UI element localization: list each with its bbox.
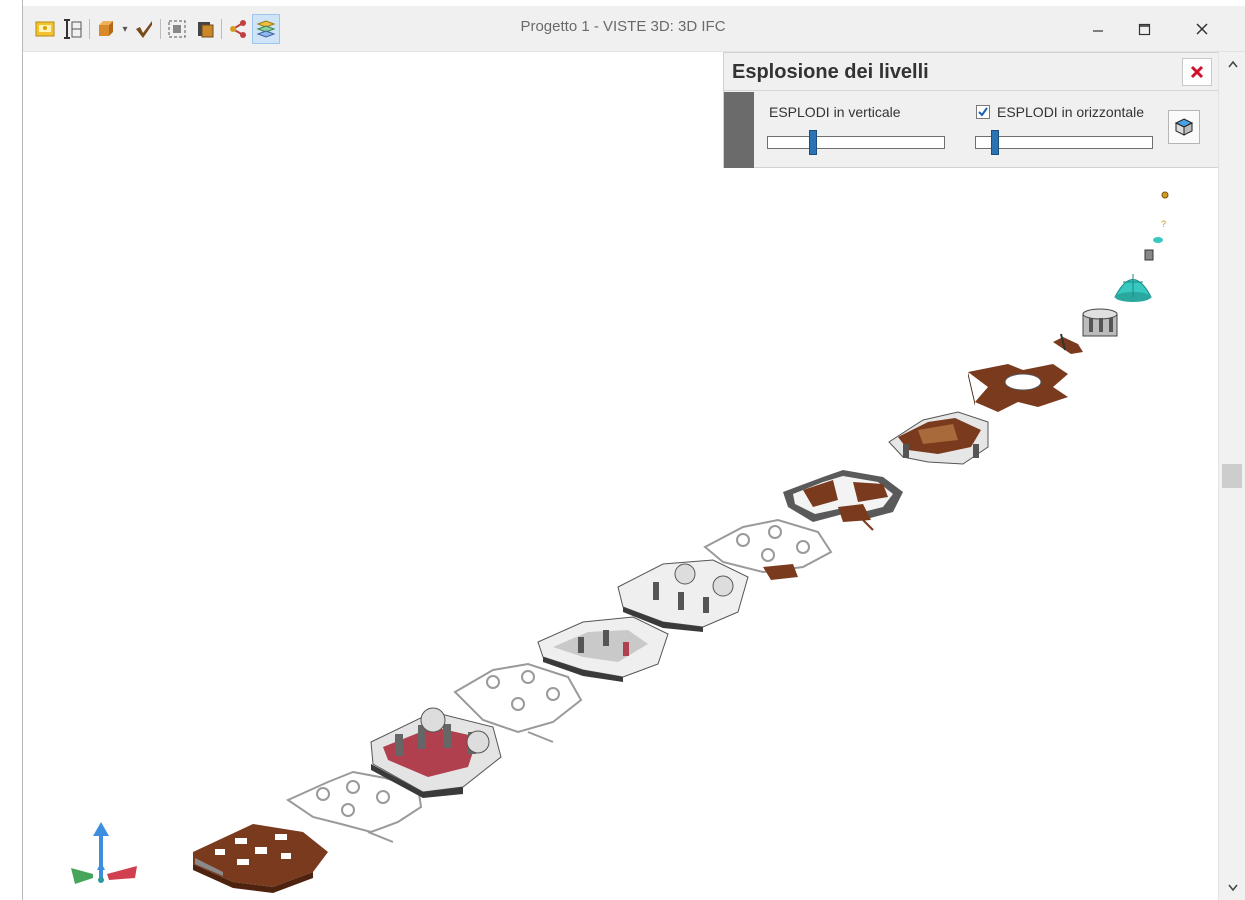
explode-levels-panel: Esplosione dei livelli ESPLODI in vertic… [723,52,1219,168]
solid-box-icon[interactable] [92,14,120,44]
vertical-slider-thumb[interactable] [809,130,817,155]
horizontal-slider-thumb[interactable] [991,130,999,155]
level-10-cross-roof [968,364,1068,412]
section-cut-icon[interactable] [130,14,158,44]
x-axis-arrow [107,866,137,880]
level-13-dome [1114,274,1152,302]
level-7-outline [703,518,833,574]
3d-viewport[interactable]: ? [23,52,1218,900]
svg-text:?: ? [1161,219,1166,229]
vertical-scrollbar[interactable] [1218,52,1245,900]
checkmark-icon [978,107,988,117]
panel-header: Esplosione dei livelli [724,53,1218,91]
y-axis-arrow [71,868,93,884]
explode-levels-icon[interactable] [252,14,280,44]
panel-close-button[interactable] [1182,58,1212,86]
zoom-extents-icon[interactable] [163,14,191,44]
panel-grip[interactable] [724,92,754,168]
axis-gizmo [71,822,137,884]
level-3-walls [370,707,502,798]
toolbar-separator [221,19,222,39]
panel-title: Esplosione dei livelli [732,61,929,83]
level-5-walls [537,616,669,682]
maximize-icon [1138,23,1150,35]
horizontal-explode-slider[interactable] [975,130,1153,155]
chevron-up-icon[interactable] [1219,52,1245,76]
level-12-drum [1082,308,1118,337]
toolbar-separator [160,19,161,39]
level-11-details [1053,333,1083,354]
chevron-down-icon[interactable]: ▾ [120,14,130,44]
level-14-lantern: ? [1144,191,1169,261]
minimize-button[interactable] [1075,10,1121,48]
minimize-icon [1093,30,1103,32]
maximize-button[interactable] [1121,10,1167,48]
3d-view-button[interactable] [1168,110,1200,144]
window-title: Progetto 1 - VISTE 3D: 3D IFC [520,18,726,35]
close-button[interactable] [1179,10,1225,48]
level-8-roof-frame [783,470,903,531]
horizontal-explode-checkbox[interactable] [976,105,990,119]
3d-cube-icon [1174,118,1194,136]
close-icon [1196,23,1208,35]
close-icon [1190,65,1204,79]
scrollbar-thumb[interactable] [1222,464,1242,488]
vertical-explode-slider[interactable] [767,130,945,155]
toolbar-separator [89,19,90,39]
level-1-floor [193,824,328,893]
chevron-down-icon[interactable] [1219,876,1245,900]
title-bar: ▾ Progetto 1 - VISTE 3D: 3D IFC [23,6,1245,52]
horizontal-explode-label: ESPLODI in orizzontale [997,104,1145,120]
toolbar: ▾ [31,14,280,44]
share-icon[interactable] [224,14,252,44]
level-9-roof [888,411,989,465]
image-icon[interactable] [31,14,59,44]
app-window: ▾ Progetto 1 - VISTE 3D: 3D IFC ? Esplos… [0,0,1245,900]
exploded-levels-model[interactable]: ? [23,52,1218,900]
level-7-wood-strip [763,564,798,580]
vertical-explode-label: ESPLODI in verticale [769,104,901,120]
render-cube-icon[interactable] [191,14,219,44]
level-height-icon[interactable] [59,14,87,44]
